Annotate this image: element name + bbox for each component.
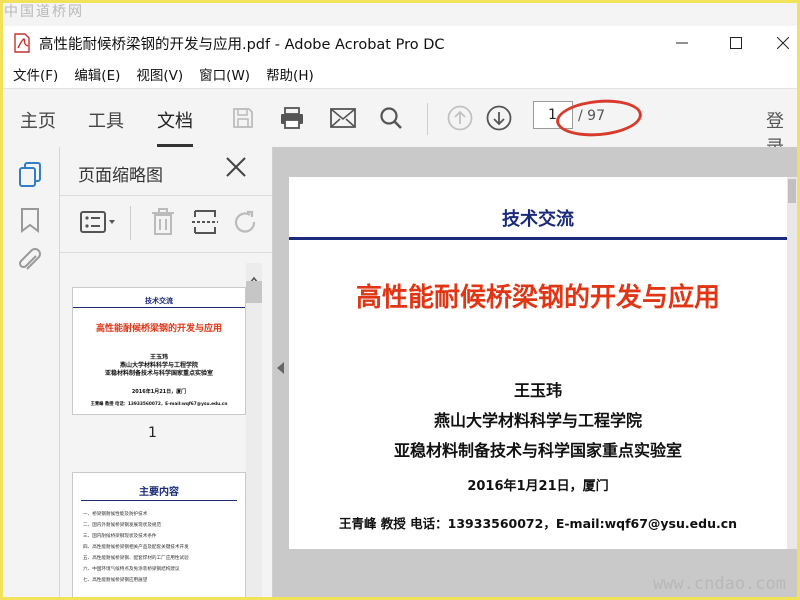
menu-window[interactable]: 窗口(W) bbox=[199, 64, 250, 84]
doc-org1: 燕山大学材料科学与工程学院 bbox=[433, 411, 642, 430]
menu-view[interactable]: 视图(V) bbox=[136, 64, 183, 84]
thumb-section: 技术交流 bbox=[145, 297, 173, 305]
thumb-contact: 王青峰 教授 电话：13933560072，E-mail:wqf67@ysu.e… bbox=[90, 402, 228, 407]
maximize-button[interactable] bbox=[713, 26, 759, 60]
thumbnails-icon[interactable] bbox=[17, 161, 43, 193]
mail-icon[interactable] bbox=[328, 103, 358, 133]
page-thumbnail-1[interactable]: 技术交流 高性能耐候桥梁钢的开发与应用 王玉玮 燕山大学材料科学与工程学院 亚稳… bbox=[72, 287, 246, 415]
thumb2-rule bbox=[81, 500, 237, 501]
watermark-top-left: 中国道桥网 bbox=[4, 4, 84, 20]
thumb-date: 2016年1月21日，厦门 bbox=[131, 389, 187, 395]
menu-help[interactable]: 帮助(H) bbox=[266, 64, 314, 84]
thumbnail-page-number: 1 bbox=[148, 425, 157, 441]
doc-title-rule bbox=[289, 237, 787, 240]
doc-section-title: 技术交流 bbox=[502, 209, 574, 230]
menu-edit[interactable]: 编辑(E) bbox=[74, 64, 120, 84]
options-icon[interactable] bbox=[80, 210, 118, 238]
page-down-icon[interactable] bbox=[484, 103, 514, 133]
doc-scroll-thumb[interactable] bbox=[788, 179, 796, 203]
page-up-icon[interactable] bbox=[445, 103, 475, 133]
tab-home[interactable]: 主页 bbox=[20, 107, 56, 133]
thumb2-item: 五、高性能耐候桥梁钢、配套焊材的工厂应用性试验 bbox=[83, 556, 189, 561]
toolbar-separator bbox=[427, 103, 428, 135]
thumb2-item: 三、国内耐候桥梁钢现状及技术条件 bbox=[83, 534, 157, 539]
thumb-authors: 王玉玮 燕山大学材料科学与工程学院 亚稳材料制备技术与科学国家重点实验室 bbox=[73, 354, 245, 378]
rotate-icon[interactable] bbox=[232, 210, 258, 240]
thumb2-title: 主要内容 bbox=[139, 487, 179, 498]
tab-tools[interactable]: 工具 bbox=[88, 107, 124, 133]
doc-date: 2016年1月21日，厦门 bbox=[467, 479, 609, 494]
print-icon[interactable] bbox=[277, 103, 307, 133]
minimize-button[interactable] bbox=[659, 26, 705, 60]
attachment-icon[interactable] bbox=[17, 247, 43, 279]
toolbar: 主页 工具 文档 登录 bbox=[3, 88, 797, 158]
pdf-page: 技术交流 高性能耐候桥梁钢的开发与应用 王玉玮 燕山大学材料科学与工程学院 亚稳… bbox=[289, 177, 787, 549]
thumb2-item: 一、桥梁钢耐候性能及防护技术 bbox=[83, 512, 148, 517]
panel-title: 页面缩略图 bbox=[78, 166, 163, 186]
search-icon[interactable] bbox=[376, 103, 406, 133]
thumbnail-scrollbar[interactable] bbox=[246, 263, 262, 597]
thumb2-item: 四、高性能耐候桥梁钢相关产品及配套关键技术开发 bbox=[83, 545, 189, 550]
thumb-line: 亚稳材料制备技术与科学国家重点实验室 bbox=[104, 370, 213, 377]
thumb-line: 燕山大学材料科学与工程学院 bbox=[119, 362, 198, 369]
thumb2-item: 六、中国环境气候特点及免涂装桥梁钢结构建议 bbox=[83, 567, 180, 572]
scroll-thumb[interactable] bbox=[246, 281, 262, 303]
document-scrollbar[interactable] bbox=[787, 177, 797, 549]
page-thumbnail-2[interactable]: 主要内容 一、桥梁钢耐候性能及防护技术 二、国内外耐候桥梁钢发展现状及规范 三、… bbox=[72, 472, 246, 597]
title-bar: 高性能耐候桥梁钢的开发与应用.pdf - Adobe Acrobat Pro D… bbox=[3, 26, 797, 60]
thumb-rule bbox=[73, 307, 245, 308]
page-thumbnails-panel: 页面缩略图 技术交流 高性能耐候桥梁钢的开发与应用 王玉玮 燕山大学材料科学与工… bbox=[60, 147, 273, 597]
panel-separator bbox=[130, 206, 131, 240]
thumb-title: 高性能耐候桥梁钢的开发与应用 bbox=[95, 324, 222, 334]
menu-file[interactable]: 文件(F) bbox=[13, 64, 58, 84]
menu-bar: 文件(F) 编辑(E) 视图(V) 窗口(W) 帮助(H) bbox=[3, 60, 797, 88]
tab-document[interactable]: 文档 bbox=[157, 107, 193, 147]
panel-toolbar bbox=[60, 195, 272, 253]
thumb2-item: 七、高性能耐候桥梁钢应用展望 bbox=[83, 578, 148, 583]
watermark-bottom-right: www.cndao.com bbox=[652, 574, 786, 594]
doc-main-title: 高性能耐候桥梁钢的开发与应用 bbox=[355, 283, 720, 313]
navigation-rail bbox=[3, 147, 60, 597]
pdf-file-icon bbox=[13, 33, 31, 53]
doc-org2: 亚稳材料制备技术与科学国家重点实验室 bbox=[393, 441, 682, 460]
save-icon[interactable] bbox=[228, 103, 258, 133]
document-view: 技术交流 高性能耐候桥梁钢的开发与应用 王玉玮 燕山大学材料科学与工程学院 亚稳… bbox=[273, 147, 797, 597]
delete-icon[interactable] bbox=[151, 208, 175, 240]
window-title: 高性能耐候桥梁钢的开发与应用.pdf - Adobe Acrobat Pro D… bbox=[39, 36, 445, 53]
close-icon[interactable] bbox=[226, 157, 246, 183]
doc-author: 王玉玮 bbox=[513, 381, 562, 400]
bookmark-icon[interactable] bbox=[20, 207, 40, 237]
crop-icon[interactable] bbox=[192, 208, 218, 240]
thumb-line: 王玉玮 bbox=[149, 354, 168, 361]
collapse-arrow-icon[interactable] bbox=[277, 359, 285, 378]
doc-contact: 王青峰 教授 电话：13933560072，E-mail:wqf67@ysu.e… bbox=[338, 516, 738, 531]
thumb2-list: 一、桥梁钢耐候性能及防护技术 二、国内外耐候桥梁钢发展现状及规范 三、国内耐候桥… bbox=[83, 509, 189, 586]
thumb2-item: 二、国内外耐候桥梁钢发展现状及规范 bbox=[83, 523, 162, 528]
close-window-button[interactable] bbox=[769, 26, 797, 60]
